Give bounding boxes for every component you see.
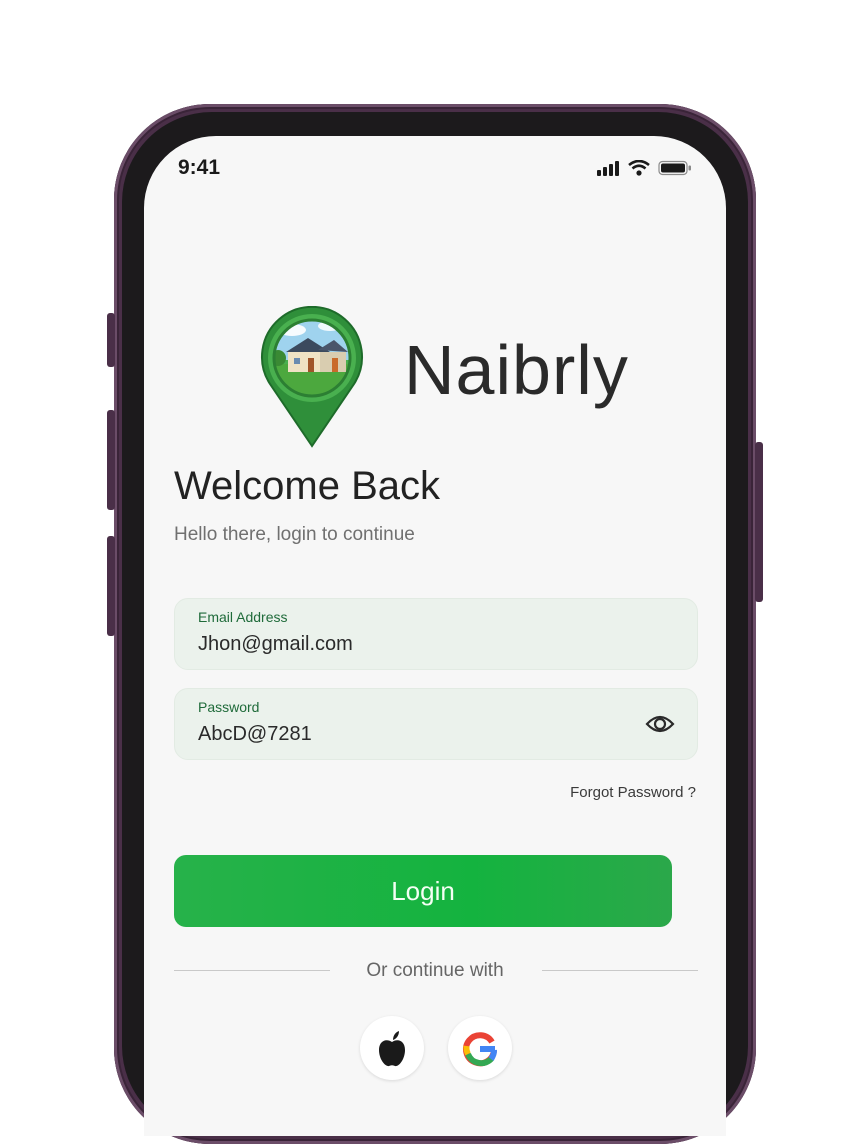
signal-icon <box>597 161 619 176</box>
side-button-volume-down <box>107 536 115 636</box>
wifi-icon <box>628 160 650 176</box>
status-time: 9:41 <box>178 156 221 179</box>
divider-right <box>542 970 698 971</box>
password-label: Password <box>198 699 260 715</box>
page-subtitle: Hello there, login to continue <box>174 524 415 545</box>
eye-icon[interactable] <box>645 711 675 737</box>
password-input[interactable]: AbcD@7281 <box>198 723 312 746</box>
google-login-button[interactable] <box>448 1016 512 1080</box>
phone-bezel: 9:41 Naibrly Welcome Back Hello there, l… <box>122 112 748 1136</box>
apple-icon <box>379 1031 405 1067</box>
forgot-password-link[interactable]: Forgot Password ? <box>570 784 696 801</box>
login-button[interactable]: Login <box>174 855 672 927</box>
battery-icon <box>658 160 691 176</box>
email-field[interactable]: Email Address Jhon@gmail.com <box>174 598 698 670</box>
brand-name: Naibrly <box>404 331 629 409</box>
naibrly-logo <box>261 306 363 448</box>
or-continue-text: Or continue with <box>366 960 504 981</box>
apple-login-button[interactable] <box>360 1016 424 1080</box>
side-button-volume-up <box>107 410 115 510</box>
side-button-mute <box>107 313 115 367</box>
status-icons <box>596 160 692 176</box>
email-input[interactable]: Jhon@gmail.com <box>198 633 353 656</box>
side-button-power <box>755 442 763 602</box>
app-screen: 9:41 Naibrly Welcome Back Hello there, l… <box>144 136 726 1136</box>
phone-frame: 9:41 Naibrly Welcome Back Hello there, l… <box>114 104 756 1144</box>
google-icon <box>463 1032 497 1067</box>
page-title: Welcome Back <box>174 464 441 508</box>
password-field[interactable]: Password AbcD@7281 <box>174 688 698 760</box>
email-label: Email Address <box>198 609 288 625</box>
